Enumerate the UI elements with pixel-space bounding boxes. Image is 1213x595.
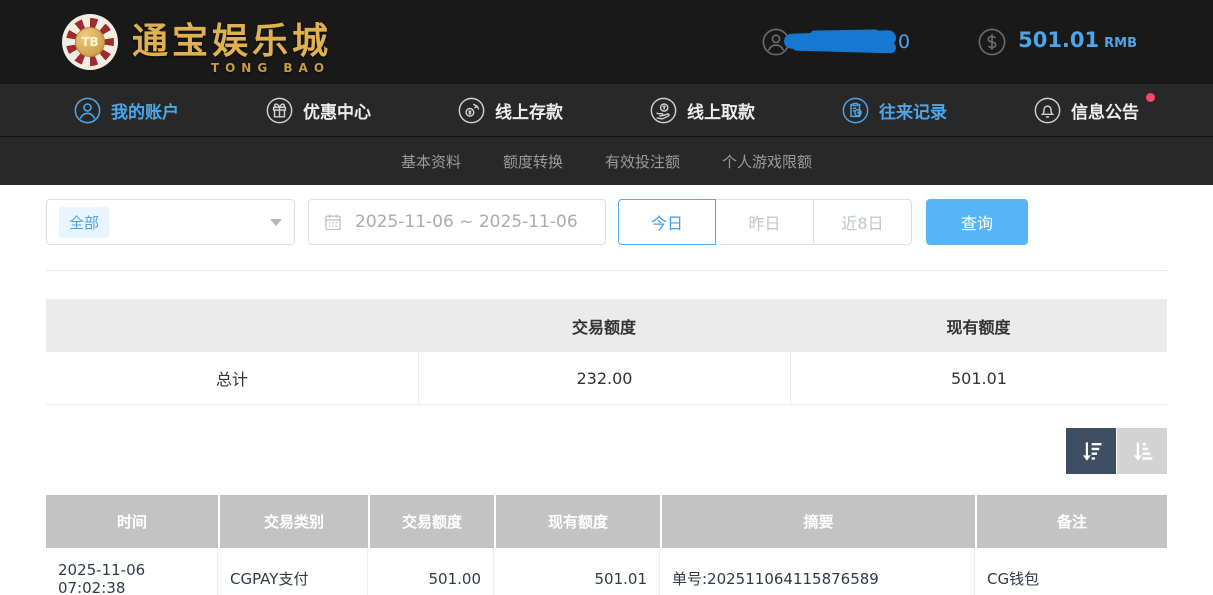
- bell-icon: [1034, 97, 1061, 124]
- nav-label: 信息公告: [1071, 98, 1139, 123]
- records-table: 时间 交易类别 交易额度 现有额度 摘要 备注 2025-11-06 07:02…: [46, 495, 1167, 595]
- col-remark: 备注: [977, 495, 1167, 548]
- search-button[interactable]: 查询: [926, 199, 1028, 245]
- nav-label: 线上取款: [687, 98, 755, 123]
- logo-text: 通宝娱乐城 TONG BAO: [132, 24, 332, 60]
- records-icon: [842, 97, 869, 124]
- gift-icon: [266, 97, 293, 124]
- sort-ascending-button[interactable]: [1117, 428, 1167, 474]
- nav-item-withdraw[interactable]: 线上取款: [650, 97, 755, 124]
- col-summary: 摘要: [662, 495, 975, 548]
- subnav-item-basic-info[interactable]: 基本资料: [401, 151, 461, 172]
- account-info[interactable]: 0: [762, 28, 910, 56]
- summary-transaction-amount: 232.00: [418, 352, 790, 404]
- nav-item-my-account[interactable]: 我的账户: [74, 97, 179, 124]
- quick-yesterday-button[interactable]: 昨日: [716, 199, 814, 245]
- summary-table-header: 交易额度 现有额度: [46, 299, 1167, 352]
- summary-current-amount: 501.01: [790, 352, 1167, 404]
- calendar-icon: [323, 212, 343, 232]
- sort-descending-button[interactable]: [1066, 428, 1116, 474]
- balance-currency: RMB: [1104, 36, 1137, 51]
- casino-chip-icon: TB: [62, 14, 118, 70]
- sub-nav: 基本资料 额度转换 有效投注额 个人游戏限额: [0, 137, 1213, 185]
- subnav-item-game-limits[interactable]: 个人游戏限额: [722, 151, 812, 172]
- summary-table: 交易额度 现有额度 总计 232.00 501.01: [46, 299, 1167, 405]
- cell-type: CGPAY支付: [218, 549, 368, 595]
- balance-amount: 501.01: [1018, 28, 1099, 52]
- summary-col-empty: [46, 299, 418, 352]
- table-row: 2025-11-06 07:02:38 CGPAY支付 501.00 501.0…: [46, 548, 1167, 595]
- quick-range-group: 今日 昨日 近8日: [618, 199, 912, 245]
- summary-total-row: 总计 232.00 501.01: [46, 352, 1167, 405]
- summary-total-label: 总计: [46, 352, 418, 404]
- notification-dot: [1146, 93, 1155, 102]
- chip-badge: TB: [75, 27, 105, 57]
- nav-item-announcements[interactable]: 信息公告: [1034, 97, 1139, 124]
- subnav-item-credit-transfer[interactable]: 额度转换: [503, 151, 563, 172]
- dollar-circle-icon: [978, 28, 1006, 56]
- nav-label: 往来记录: [879, 98, 947, 123]
- type-selected-tag: 全部: [59, 207, 109, 238]
- page-content: 全部 2025-11-06 ~ 2025-11-06 今日 昨日 近8日 查询 …: [0, 185, 1213, 595]
- sort-controls: [46, 428, 1167, 474]
- nav-item-promotions[interactable]: 优惠中心: [266, 97, 371, 124]
- cell-time: 2025-11-06 07:02:38: [46, 549, 218, 595]
- date-range-input[interactable]: 2025-11-06 ~ 2025-11-06: [308, 199, 606, 245]
- col-current-amount: 现有额度: [496, 495, 660, 548]
- cell-transaction-amount: 501.00: [368, 549, 494, 595]
- nav-item-records[interactable]: 往来记录: [842, 97, 947, 124]
- quick-last8days-button[interactable]: 近8日: [814, 199, 912, 245]
- nav-label: 我的账户: [111, 98, 179, 123]
- withdraw-icon: [650, 97, 677, 124]
- date-range-value: 2025-11-06 ~ 2025-11-06: [355, 212, 578, 232]
- redacted-username: [784, 30, 902, 54]
- nav-label: 优惠中心: [303, 98, 371, 123]
- col-transaction-amount: 交易额度: [370, 495, 494, 548]
- col-type: 交易类别: [220, 495, 368, 548]
- type-select[interactable]: 全部: [46, 199, 295, 245]
- nav-label: 线上存款: [495, 98, 563, 123]
- chevron-down-icon: [270, 219, 282, 226]
- divider: [46, 270, 1167, 271]
- top-header: TB 通宝娱乐城 TONG BAO 0 501.01 RMB: [0, 0, 1213, 84]
- balance-display[interactable]: 501.01 RMB: [978, 28, 1137, 56]
- brand-logo[interactable]: TB 通宝娱乐城 TONG BAO: [62, 14, 332, 70]
- filter-bar: 全部 2025-11-06 ~ 2025-11-06 今日 昨日 近8日 查询: [46, 199, 1167, 245]
- summary-col-transaction: 交易额度: [418, 299, 790, 352]
- main-nav: 我的账户 优惠中心 线上存款 线上取款: [0, 84, 1213, 137]
- user-icon: [74, 97, 101, 124]
- col-time: 时间: [46, 495, 218, 548]
- nav-item-deposit[interactable]: 线上存款: [458, 97, 563, 124]
- logo-subtitle: TONG BAO: [211, 62, 330, 74]
- summary-col-current: 现有额度: [790, 299, 1167, 352]
- cell-current-amount: 501.01: [494, 549, 660, 595]
- sort-desc-icon: [1078, 438, 1104, 464]
- records-table-header: 时间 交易类别 交易额度 现有额度 摘要 备注: [46, 495, 1167, 548]
- deposit-icon: [458, 97, 485, 124]
- cell-remark: CG钱包: [975, 549, 1167, 595]
- sort-asc-icon: [1129, 438, 1155, 464]
- cell-summary: 单号:202511064115876589: [660, 549, 975, 595]
- quick-today-button[interactable]: 今日: [618, 199, 716, 245]
- subnav-item-valid-bets[interactable]: 有效投注额: [605, 151, 680, 172]
